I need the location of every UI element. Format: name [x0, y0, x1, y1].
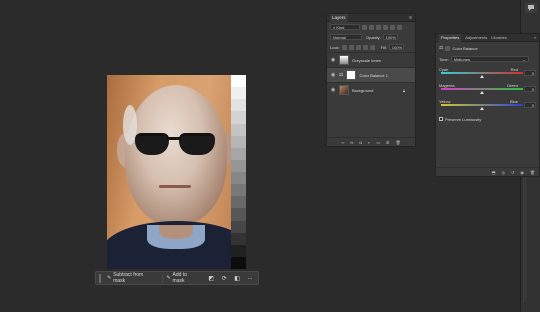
- eye-icon[interactable]: ◉: [330, 57, 336, 63]
- eye-icon[interactable]: ◉: [330, 72, 336, 78]
- filter-adjustment-icon[interactable]: [369, 24, 374, 30]
- chevron-down-icon: ⌄: [522, 56, 526, 62]
- tab-adjustments[interactable]: Adjustments: [465, 34, 487, 42]
- layer-row[interactable]: ◉ Greyscale tones: [327, 52, 415, 67]
- cyan-red-value[interactable]: 0: [524, 70, 536, 76]
- tab-properties[interactable]: Properties: [439, 33, 462, 42]
- trash-icon[interactable]: 🗑︎: [530, 170, 535, 175]
- subtract-from-mask-button[interactable]: ✎ Subtract from mask: [104, 272, 159, 284]
- filter-shape-icon[interactable]: [383, 24, 388, 30]
- portrait-face: [125, 85, 227, 225]
- lock-pixels-icon[interactable]: [341, 44, 347, 50]
- color-balance-icon: ⚖: [439, 45, 444, 51]
- slider-knob[interactable]: [480, 75, 484, 78]
- drag-handle[interactable]: [99, 273, 101, 283]
- tone-select[interactable]: Midtones ⌄: [450, 56, 529, 62]
- fill-input[interactable]: 100%: [388, 44, 404, 50]
- search-icon: ⌕: [333, 24, 336, 30]
- lock-all-icon[interactable]: [369, 44, 375, 50]
- document-canvas[interactable]: [107, 75, 246, 269]
- more-options-button[interactable]: ...: [245, 273, 255, 283]
- brush-icon: ✎: [166, 275, 171, 281]
- collapse-icon[interactable]: »: [534, 34, 536, 42]
- folder-icon[interactable]: ▭: [376, 140, 380, 145]
- trash-icon[interactable]: 🗑︎: [395, 140, 400, 145]
- layers-footer: ∞ fx ◘ ◐ ▭ ⊞ 🗑︎: [327, 137, 415, 146]
- yellow-blue-slider[interactable]: [441, 104, 523, 110]
- refresh-icon[interactable]: ⟳: [219, 273, 229, 283]
- clip-to-layer-icon[interactable]: ⬒: [492, 170, 496, 175]
- filter-toggle-icon[interactable]: [397, 24, 402, 30]
- filter-type-icon[interactable]: [376, 24, 381, 30]
- lock-icon: 🔒︎: [402, 87, 405, 93]
- lock-brush-icon[interactable]: [348, 44, 354, 50]
- magenta-green-slider[interactable]: [441, 88, 523, 94]
- opacity-input[interactable]: 100%: [382, 34, 398, 40]
- fx-icon[interactable]: fx: [350, 140, 353, 145]
- filter-pixel-icon[interactable]: [362, 24, 367, 30]
- blend-mode-select[interactable]: Normal: [330, 34, 362, 40]
- slider-knob[interactable]: [480, 107, 484, 110]
- layers-panel: Layers ≡ ⌕ Kind Normal Opacity: 100% Loc…: [326, 13, 416, 147]
- yellow-blue-value[interactable]: 0: [524, 102, 536, 108]
- invert-mask-icon[interactable]: ◩: [206, 273, 216, 283]
- yellow-blue-slider-group: Yellow Blue 0: [439, 98, 536, 110]
- new-layer-icon[interactable]: ⊞: [386, 140, 389, 145]
- mask-options-icon[interactable]: ◧: [232, 273, 242, 283]
- mask-icon[interactable]: ◘: [359, 140, 361, 145]
- panel-menu-icon[interactable]: ≡: [409, 15, 412, 21]
- tab-libraries[interactable]: Libraries: [491, 34, 506, 42]
- layer-row[interactable]: ◉ Background 🔒︎: [327, 82, 415, 97]
- layer-thumbnail: [339, 55, 349, 65]
- comment-icon[interactable]: [525, 3, 537, 13]
- visibility-icon[interactable]: ◉: [520, 170, 524, 175]
- greyscale-tone-strip: [231, 75, 246, 269]
- slider-knob[interactable]: [480, 91, 484, 94]
- preserve-luminosity-checkbox[interactable]: [439, 117, 443, 121]
- layer-row[interactable]: ◉ ⚖ Color Balance 1: [327, 67, 415, 82]
- layer-thumbnail: [339, 85, 349, 95]
- cyan-red-slider[interactable]: [441, 72, 523, 78]
- sunglasses: [135, 133, 169, 155]
- cyan-red-slider-group: Cyan Red 0: [439, 66, 536, 78]
- link-icon[interactable]: ∞: [341, 140, 344, 145]
- reset-icon[interactable]: ↺: [511, 170, 514, 175]
- contextual-task-bar: ✎ Subtract from mask ✎ Add to mask ◩ ⟳ ◧…: [95, 271, 259, 285]
- layer-filter-select[interactable]: ⌕ Kind: [330, 24, 360, 30]
- adjustment-icon[interactable]: ◐: [368, 140, 370, 145]
- lock-position-icon[interactable]: [355, 44, 361, 50]
- add-to-mask-button[interactable]: ✎ Add to mask: [162, 272, 203, 284]
- view-previous-icon[interactable]: ◎: [502, 170, 506, 175]
- adjustment-layer-icon: ⚖: [339, 72, 344, 78]
- brush-icon: ✎: [106, 275, 112, 281]
- properties-panel: Properties Adjustments Libraries » ⚖ Col…: [435, 33, 540, 177]
- lock-artboard-icon[interactable]: [362, 44, 368, 50]
- filter-smart-object-icon[interactable]: [390, 24, 395, 30]
- eye-icon[interactable]: ◉: [330, 87, 336, 93]
- magenta-green-value[interactable]: 0: [524, 86, 536, 92]
- properties-footer: ⬒ ◎ ↺ ◉ 🗑︎: [436, 167, 539, 176]
- tab-layers[interactable]: Layers: [330, 13, 348, 22]
- layer-mask-thumbnail[interactable]: [346, 70, 357, 80]
- magenta-green-slider-group: Magenta Green 0: [439, 82, 536, 94]
- mask-icon[interactable]: [445, 45, 451, 51]
